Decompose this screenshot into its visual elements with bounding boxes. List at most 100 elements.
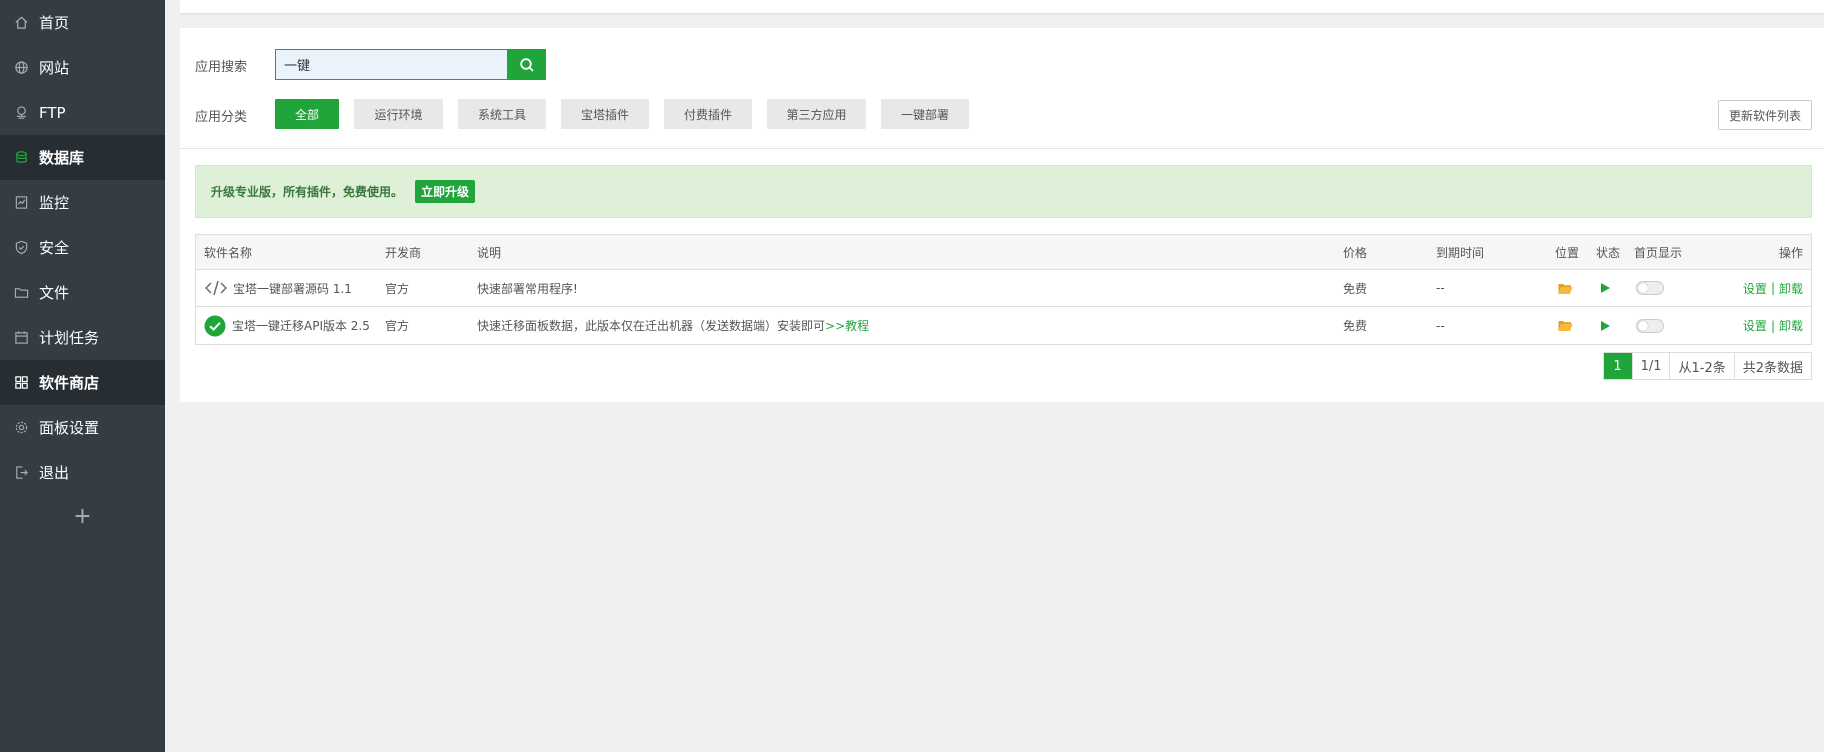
sidebar-item-home[interactable]: 首页	[0, 0, 165, 45]
sidebar-item-database[interactable]: 数据库	[0, 135, 165, 180]
sidebar-item-label: 数据库	[39, 149, 85, 167]
category-one-click-deploy[interactable]: 一键部署	[881, 99, 969, 129]
developer: 官方	[385, 281, 410, 296]
folder-icon	[13, 285, 29, 301]
expire-time: --	[1436, 281, 1445, 295]
developer: 官方	[385, 319, 410, 333]
shield-icon	[13, 240, 29, 256]
software-store-panel: 应用搜索 一键 应用分类 全部 运行环境 系统工具 宝塔插件 付费插件 第三方应…	[180, 28, 1824, 402]
start-button[interactable]	[1599, 270, 1611, 306]
sidebar-item-ftp[interactable]: FTP	[0, 90, 165, 135]
folder-icon	[1558, 321, 1573, 331]
sidebar: 首页 网站 FTP 数据库 监控 安全 文件 计划任务 软件商店 面板设置 退出…	[0, 0, 165, 752]
table-row: 宝塔一键部署源码 1.1 官方 快速部署常用程序! 免费 -- 设置 | 卸载	[196, 270, 1811, 307]
sidebar-item-cron[interactable]: 计划任务	[0, 315, 165, 360]
page-range: 从1-2条	[1669, 353, 1734, 379]
homepage-display-toggle[interactable]	[1636, 318, 1664, 333]
open-folder-button[interactable]	[1558, 307, 1573, 344]
monitor-icon	[13, 195, 29, 211]
divider	[180, 148, 1824, 149]
sidebar-item-monitor[interactable]: 监控	[0, 180, 165, 225]
description-text: 快速迁移面板数据，此版本仅在迁出机器（发送数据端）安装即可	[477, 319, 826, 333]
sidebar-item-label: 退出	[39, 464, 70, 482]
sidebar-item-label: 网站	[39, 59, 70, 77]
sidebar-item-files[interactable]: 文件	[0, 270, 165, 315]
homepage-display-toggle[interactable]	[1636, 281, 1664, 295]
description: 快速迁移面板数据，此版本仅在迁出机器（发送数据端）安装即可 >>教程	[477, 307, 869, 344]
search-button[interactable]	[508, 49, 546, 80]
folder-icon	[1558, 283, 1573, 294]
table-header: 软件名称 开发商 说明 价格 到期时间 位置 状态 首页显示 操作	[196, 235, 1811, 270]
ftp-icon	[13, 105, 29, 121]
header-developer: 开发商	[385, 245, 422, 260]
action-separator: |	[1770, 281, 1775, 295]
sidebar-item-panel-settings[interactable]: 面板设置	[0, 405, 165, 450]
settings-link[interactable]: 设置	[1743, 280, 1767, 297]
header-status: 状态	[1596, 245, 1621, 260]
play-icon	[1601, 320, 1610, 331]
gear-icon	[13, 420, 29, 436]
sidebar-item-website[interactable]: 网站	[0, 45, 165, 90]
database-icon	[13, 150, 29, 166]
upgrade-banner-text: 升级专业版，所有插件，免费使用。	[211, 185, 404, 199]
category-all[interactable]: 全部	[275, 99, 339, 129]
sidebar-item-label: 软件商店	[39, 374, 100, 392]
top-card	[180, 0, 1824, 14]
apps-icon	[13, 375, 29, 391]
upgrade-now-button[interactable]: 立即升级	[415, 180, 476, 203]
header-expire: 到期时间	[1436, 245, 1485, 260]
category-third-party[interactable]: 第三方应用	[767, 99, 866, 129]
category-system-tools[interactable]: 系统工具	[458, 99, 546, 129]
globe-icon	[13, 60, 29, 76]
sidebar-item-label: 计划任务	[39, 329, 100, 347]
header-description: 说明	[477, 245, 502, 260]
sidebar-item-logout[interactable]: 退出	[0, 450, 165, 495]
software-name: 宝塔一键部署源码 1.1	[233, 281, 352, 296]
action-separator: |	[1770, 318, 1775, 333]
sidebar-item-label: FTP	[39, 103, 66, 122]
page-current[interactable]: 1	[1603, 353, 1632, 379]
home-icon	[13, 15, 29, 31]
sidebar-item-label: 安全	[39, 239, 70, 257]
logout-icon	[13, 465, 29, 481]
header-actions: 操作	[1778, 245, 1803, 260]
sidebar-item-label: 面板设置	[39, 419, 100, 437]
uninstall-link[interactable]: 卸载	[1779, 280, 1803, 297]
header-homepage: 首页显示	[1634, 245, 1683, 260]
pagination: 1 1/1 从1-2条 共2条数据	[1602, 352, 1812, 380]
description-text: 快速部署常用程序!	[477, 281, 578, 296]
add-menu-button[interactable]: +	[0, 495, 165, 538]
open-folder-button[interactable]	[1558, 270, 1573, 306]
page-total: 共2条数据	[1733, 353, 1811, 379]
sidebar-item-software-store[interactable]: 软件商店	[0, 360, 165, 405]
refresh-software-list-button[interactable]: 更新软件列表	[1718, 100, 1812, 130]
price: 免费	[1343, 281, 1368, 296]
uninstall-link[interactable]: 卸载	[1779, 317, 1803, 334]
sidebar-item-security[interactable]: 安全	[0, 225, 165, 270]
expire-time: --	[1436, 318, 1445, 333]
tutorial-link[interactable]: >>教程	[825, 317, 869, 334]
page-count: 1/1	[1631, 353, 1670, 379]
search-label: 应用搜索	[195, 60, 248, 75]
header-location: 位置	[1555, 245, 1580, 260]
category-paid-plugins[interactable]: 付费插件	[664, 99, 752, 129]
price: 免费	[1343, 319, 1368, 333]
sidebar-item-label: 首页	[39, 14, 70, 32]
search-input[interactable]: 一键	[275, 49, 508, 80]
sidebar-item-label: 文件	[39, 284, 70, 302]
check-circle-icon	[204, 315, 226, 336]
software-table: 软件名称 开发商 说明 价格 到期时间 位置 状态 首页显示 操作 宝塔一键部署…	[195, 234, 1812, 345]
category-bt-plugins[interactable]: 宝塔插件	[561, 99, 649, 129]
play-icon	[1601, 283, 1610, 293]
table-row: 宝塔一键迁移API版本 2.5 官方 快速迁移面板数据，此版本仅在迁出机器（发送…	[196, 307, 1811, 344]
category-runtime[interactable]: 运行环境	[354, 99, 443, 129]
code-icon	[205, 280, 227, 296]
category-label: 应用分类	[195, 110, 248, 125]
software-name: 宝塔一键迁移API版本 2.5	[232, 319, 370, 333]
start-button[interactable]	[1599, 307, 1611, 344]
upgrade-banner: 升级专业版，所有插件，免费使用。 立即升级	[195, 165, 1812, 218]
header-price: 价格	[1343, 245, 1368, 260]
search-icon	[520, 57, 534, 72]
settings-link[interactable]: 设置	[1743, 317, 1767, 334]
calendar-icon	[13, 330, 29, 346]
